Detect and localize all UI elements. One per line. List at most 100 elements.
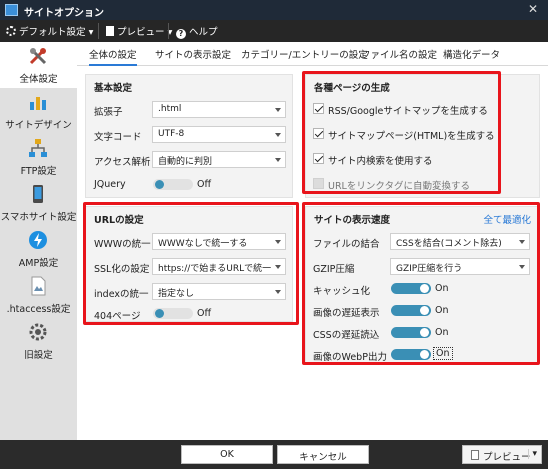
- tab-category-entry[interactable]: カテゴリー/エントリーの設定: [241, 47, 368, 61]
- image-lazy-toggle[interactable]: [391, 305, 431, 316]
- tab-general[interactable]: 全体の設定: [89, 47, 137, 66]
- tab-bar: 全体の設定 サイトの表示設定 カテゴリー/エントリーの設定 ファイル名の設定 構…: [77, 42, 548, 66]
- 404-label: 404ページ: [94, 311, 141, 322]
- preview-menu[interactable]: プレビュー ▾: [106, 24, 172, 38]
- optimize-all-link[interactable]: 全て最適化: [483, 212, 531, 226]
- smartphone-icon: [33, 185, 43, 203]
- tab-display[interactable]: サイトの表示設定: [155, 47, 231, 61]
- site-search-checkbox[interactable]: サイト内検索を使用する: [313, 151, 533, 167]
- tab-filename[interactable]: ファイル名の設定: [361, 47, 437, 61]
- css-lazy-toggle[interactable]: [391, 327, 431, 338]
- ssl-select[interactable]: https://で始まるURLで統一: [152, 258, 286, 275]
- app-icon: [5, 4, 18, 16]
- checkbox-icon: [313, 103, 324, 114]
- jquery-toggle[interactable]: [153, 179, 193, 190]
- css-lazy-state: On: [435, 327, 449, 338]
- webp-label: 画像のWebP出力: [313, 352, 387, 363]
- sidebar-item-general[interactable]: 全体設定: [0, 42, 77, 88]
- extension-label: 拡張子: [94, 107, 123, 118]
- jquery-state: Off: [197, 179, 212, 190]
- sidebar-item-htaccess[interactable]: .htaccess設定: [0, 272, 77, 318]
- help-menu[interactable]: ? ヘルプ: [176, 24, 218, 39]
- ok-button[interactable]: OK: [181, 445, 273, 464]
- index-select[interactable]: 指定なし: [152, 283, 286, 300]
- gzip-select[interactable]: GZIP圧縮を行う: [390, 258, 530, 275]
- chevron-down-icon: [519, 240, 525, 244]
- toggle-knob: [155, 309, 164, 318]
- cache-toggle[interactable]: [391, 283, 431, 294]
- old-settings-icon: [29, 323, 47, 341]
- cache-state: On: [435, 283, 449, 294]
- auto-link-checkbox[interactable]: URLをリンクタグに自動変換する: [313, 176, 533, 192]
- sitemap-checkbox[interactable]: サイトマップページ(HTML)を生成する: [313, 126, 533, 142]
- help-icon: ?: [176, 29, 186, 39]
- panel-title: URLの設定: [94, 215, 144, 226]
- sidebar-item-label: 旧設定: [24, 350, 53, 361]
- sidebar-item-label: .htaccess設定: [6, 304, 71, 315]
- menu-bar: デフォルト設定 ▾ プレビュー ▾ ? ヘルプ: [0, 20, 548, 42]
- chevron-down-icon: ▾: [85, 27, 94, 38]
- analytics-label: アクセス解析: [94, 157, 151, 168]
- cache-label: キャッシュ化: [313, 286, 371, 297]
- css-lazy-label: CSSの遅延読込: [313, 330, 380, 341]
- document-icon: [106, 26, 114, 36]
- sidebar-item-label: スマホサイト設定: [0, 212, 77, 223]
- site-speed-panel: サイトの表示速度 全て最適化 ファイルの結合 CSSを結合(コメント除去) GZ…: [305, 206, 540, 364]
- combine-select[interactable]: CSSを結合(コメント除去): [390, 233, 530, 250]
- sidebar-item-amp[interactable]: AMP設定: [0, 226, 77, 272]
- bar-chart-icon: [30, 97, 46, 110]
- panel-title: サイトの表示速度: [314, 215, 391, 226]
- toggle-knob: [420, 328, 429, 337]
- chevron-down-icon: [275, 290, 281, 294]
- rss-checkbox[interactable]: RSS/Googleサイトマップを生成する: [313, 101, 533, 117]
- menu-separator: [98, 23, 99, 39]
- title-bar: サイトオプション ✕: [0, 0, 548, 20]
- sidebar-item-label: AMP設定: [18, 258, 59, 269]
- tools-icon: [29, 48, 47, 65]
- tab-structured-data[interactable]: 構造化データ: [443, 47, 500, 61]
- image-lazy-label: 画像の遅延表示: [313, 308, 380, 319]
- analytics-select[interactable]: 自動的に判別: [152, 151, 286, 168]
- toggle-knob: [155, 180, 164, 189]
- file-config-icon: [31, 276, 46, 296]
- basic-settings-panel: 基本設定 拡張子 .html 文字コード UTF-8 アクセス解析 自動的に判別…: [85, 74, 293, 198]
- close-icon[interactable]: ✕: [528, 2, 538, 16]
- sidebar-item-old[interactable]: 旧設定: [0, 318, 77, 364]
- jquery-label: JQuery: [94, 179, 126, 190]
- lightning-icon: [29, 231, 47, 249]
- window-title: サイトオプション: [24, 8, 104, 19]
- checkbox-icon: [313, 128, 324, 139]
- 404-toggle[interactable]: [153, 308, 193, 319]
- charset-select[interactable]: UTF-8: [152, 126, 286, 143]
- url-settings-panel: URLの設定 WWWの統一 WWWなしで統一する SSL化の設定 https:/…: [85, 206, 293, 322]
- cancel-button[interactable]: キャンセル: [277, 445, 369, 464]
- toggle-knob: [420, 306, 429, 315]
- bottom-bar: OK キャンセル プレビュー ▾: [0, 440, 548, 469]
- chevron-down-icon: [519, 265, 525, 269]
- checkbox-icon: [313, 153, 324, 164]
- panel-title: 基本設定: [94, 83, 133, 94]
- chevron-down-icon: [275, 158, 281, 162]
- sidebar-item-design[interactable]: サイトデザイン: [0, 88, 77, 134]
- image-lazy-state: On: [435, 305, 449, 316]
- sidebar-item-ftp[interactable]: FTP設定: [0, 134, 77, 180]
- main-content: 全体の設定 サイトの表示設定 カテゴリー/エントリーの設定 ファイル名の設定 構…: [77, 42, 548, 440]
- preview-button[interactable]: プレビュー ▾: [462, 445, 542, 464]
- index-label: indexの統一: [94, 289, 149, 300]
- sidebar-item-mobile[interactable]: スマホサイト設定: [0, 180, 77, 226]
- sidebar-item-label: 全体設定: [19, 74, 58, 85]
- menu-separator: [168, 23, 169, 39]
- charset-label: 文字コード: [94, 132, 142, 143]
- sidebar-item-label: サイトデザイン: [5, 120, 72, 131]
- chevron-down-icon: [275, 108, 281, 112]
- extension-select[interactable]: .html: [152, 101, 286, 118]
- network-icon: [29, 139, 47, 157]
- toggle-knob: [420, 284, 429, 293]
- ssl-label: SSL化の設定: [94, 264, 150, 275]
- default-settings-menu[interactable]: デフォルト設定 ▾: [6, 24, 93, 38]
- www-select[interactable]: WWWなしで統一する: [152, 233, 286, 250]
- panel-title: 各種ページの生成: [314, 83, 390, 94]
- chevron-down-icon: ▾: [528, 449, 537, 459]
- checkbox-icon: [313, 178, 324, 189]
- webp-toggle[interactable]: [391, 349, 431, 360]
